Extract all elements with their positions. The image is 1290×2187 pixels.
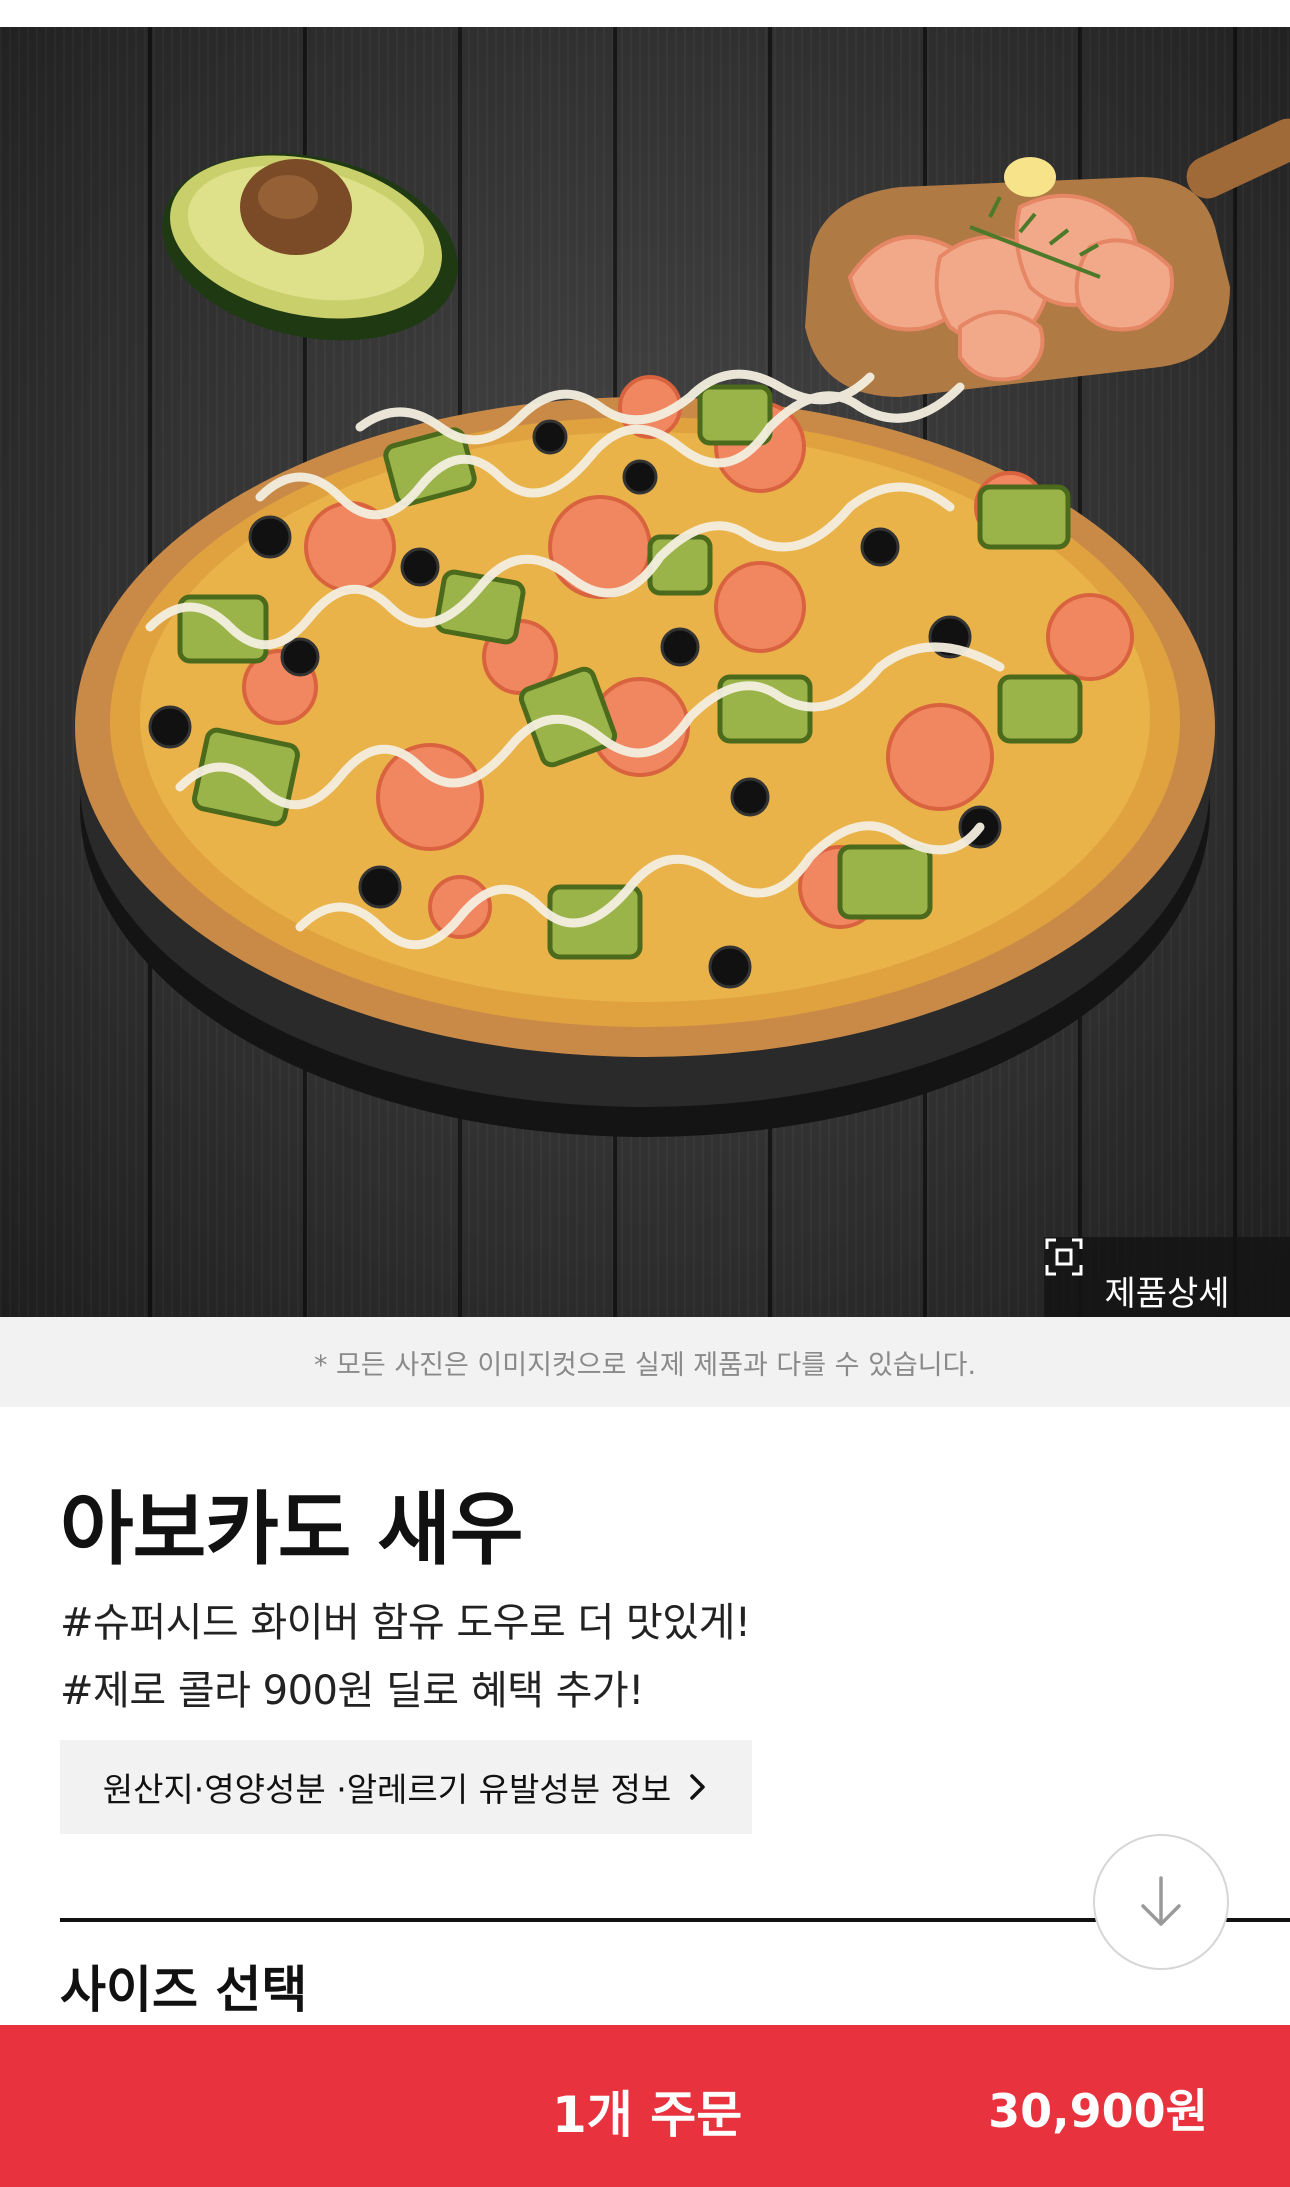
shrimp-board [805,118,1290,397]
product-tag: #슈퍼시드 화이버 함유 도우로 더 맛있게! [60,1600,751,1646]
avocado-garnish [162,153,458,341]
order-quantity-label: 1개 주문 [552,2086,743,2144]
order-total-price: 30,900원 [988,2084,1208,2138]
info-button-label: 원산지·영양성분 ·알레르기 유발성분 정보 [102,1770,672,1809]
size-select-title: 사이즈 선택 [60,1961,308,2019]
pizza-photo [75,118,1290,1137]
nutrition-allergy-info-button[interactable]: 원산지·영양성분 ·알레르기 유발성분 정보 [60,1740,752,1834]
product-detail-label: 제품상세 [1104,1274,1230,1314]
frame-icon [1045,1238,1083,1276]
order-button[interactable]: 1개 주문 30,900원 [0,2025,1290,2187]
product-detail-button[interactable]: 제품상세 [1044,1237,1290,1317]
product-title: 아보카도 새우 [60,1483,523,1576]
product-image: 제품상세 [0,27,1290,1317]
status-area [0,0,1290,27]
pizza [75,369,1215,1137]
scroll-down-button[interactable] [1093,1834,1229,1970]
product-tag: #제로 콜라 900원 딜로 혜택 추가! [60,1668,644,1714]
arrow-down-icon [1141,1876,1181,1926]
chevron-right-icon [690,1774,706,1800]
photo-notice: * 모든 사진은 이미지컷으로 실제 제품과 다를 수 있습니다. [0,1317,1290,1407]
